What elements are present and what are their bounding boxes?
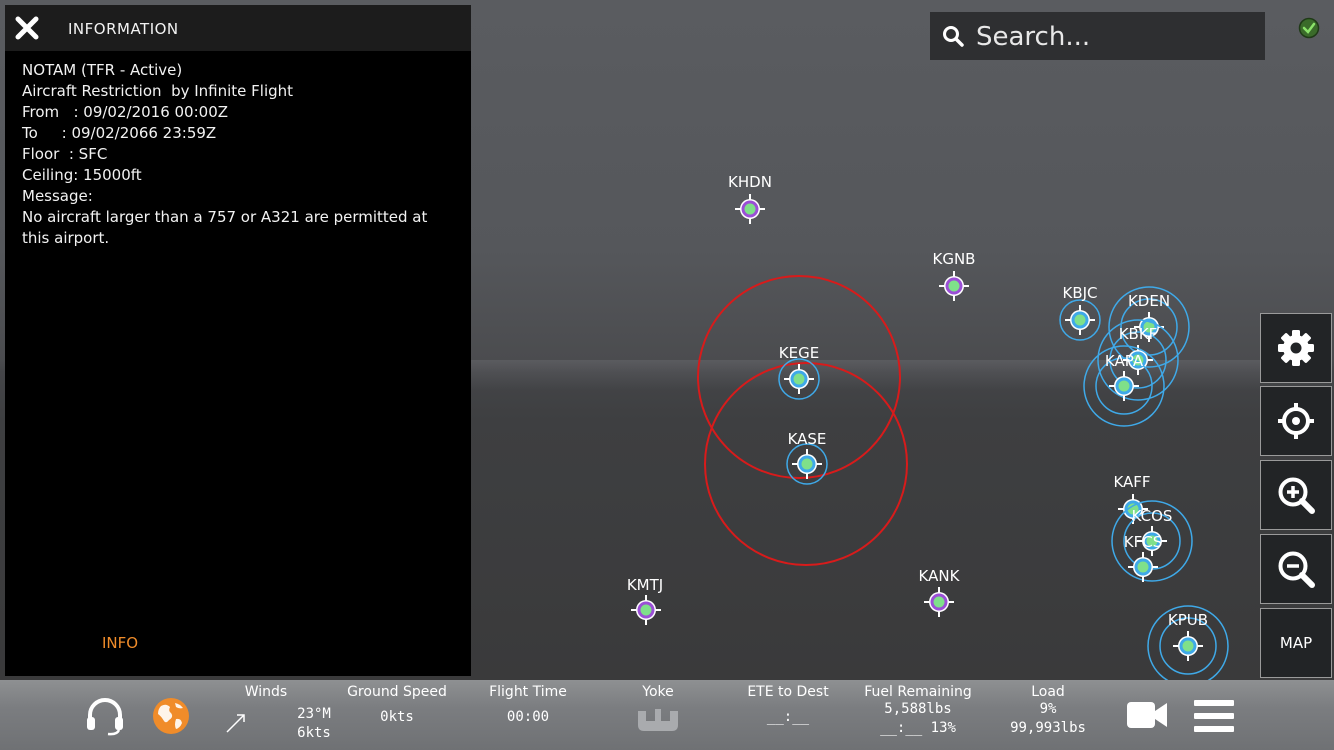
zoom-out-button[interactable]	[1260, 534, 1332, 604]
notam-line: NOTAM (TFR - Active)	[22, 61, 183, 79]
ground-speed-stat: Ground Speed 0kts	[342, 684, 452, 727]
airport-code-label: KMTJ	[627, 576, 663, 594]
airport-marker-kank[interactable]: KANK	[919, 567, 961, 617]
ground-speed-value: 0kts	[380, 709, 414, 725]
airport-dot	[1118, 380, 1130, 392]
yoke-label: Yoke	[642, 684, 674, 700]
airport-marker-kmtj[interactable]: KMTJ	[627, 576, 663, 625]
close-icon[interactable]	[13, 14, 41, 42]
information-panel: INFORMATION NOTAM (TFR - Active) Aircraf…	[5, 5, 471, 676]
winds-values: 23°M 6kts	[288, 705, 340, 743]
airport-dot	[801, 458, 813, 470]
airport-code-label: KPUB	[1168, 611, 1208, 629]
airport-dot	[1137, 561, 1149, 573]
airport-code-label: KCOS	[1132, 507, 1173, 525]
wind-arrow-icon	[226, 714, 245, 733]
airport-code-label: KGNB	[933, 250, 976, 268]
airport-code-label: KBKF	[1119, 325, 1158, 343]
ete-value: __:__	[766, 709, 810, 725]
ete-label: ETE to Dest	[747, 684, 829, 700]
airport-code-label: KDEN	[1128, 292, 1170, 310]
camera-icon[interactable]	[1126, 699, 1168, 731]
panel-title: INFORMATION	[68, 20, 179, 38]
airport-marker-kapa[interactable]: KAPA	[1083, 345, 1165, 427]
zoom-in-icon	[1278, 477, 1315, 514]
crosshair-icon	[1278, 403, 1314, 439]
ground-speed-label: Ground Speed	[347, 684, 447, 700]
airport-dot	[793, 373, 805, 385]
airport-dot	[744, 203, 756, 215]
airport-code-label: KBJC	[1062, 284, 1097, 302]
airport-dot	[1182, 640, 1194, 652]
airport-marker-kege[interactable]: KEGE	[778, 344, 820, 400]
zoom-out-icon	[1278, 551, 1315, 588]
menu-icon[interactable]	[1193, 698, 1235, 734]
notam-line: Floor : SFC	[22, 145, 108, 163]
winds-stat: Winds	[236, 684, 296, 700]
load-label: Load	[1031, 684, 1065, 700]
settings-button[interactable]	[1260, 313, 1332, 383]
fuel-stat: Fuel Remaining 5,588lbs __:__ 13%	[858, 684, 978, 738]
notam-line: Aircraft Restriction by Infinite Flight	[22, 82, 294, 100]
yoke-icon[interactable]	[634, 705, 682, 733]
zoom-in-button[interactable]	[1260, 460, 1332, 530]
panel-header: INFORMATION	[5, 5, 471, 51]
airport-dot	[948, 280, 960, 292]
info-tab[interactable]: INFO	[102, 634, 138, 652]
notam-message: No aircraft larger than a 757 or A321 ar…	[22, 208, 433, 247]
yoke-stat[interactable]: Yoke	[618, 684, 698, 700]
notam-details: NOTAM (TFR - Active) Aircraft Restrictio…	[22, 60, 452, 249]
notam-line: Ceiling: 15000ft	[22, 166, 142, 184]
tfr-layer	[697, 275, 908, 566]
center-location-button[interactable]	[1260, 386, 1332, 456]
airport-marker-kbjc[interactable]: KBJC	[1059, 284, 1101, 341]
gear-icon	[1278, 330, 1314, 366]
airport-code-label: KHDN	[728, 173, 772, 191]
search-box[interactable]	[930, 12, 1265, 60]
fuel-weight: 5,588lbs	[884, 701, 952, 717]
fuel-time-percent: __:__ 13%	[880, 720, 956, 736]
airport-code-label: KEGE	[779, 344, 819, 362]
load-stat: Load 9% 99,993lbs	[1000, 684, 1096, 738]
ete-stat: ETE to Dest __:__	[738, 684, 838, 727]
airport-marker-kpub[interactable]: KPUB	[1147, 605, 1229, 680]
winds-direction: 23°M	[297, 706, 331, 722]
winds-label: Winds	[244, 684, 288, 700]
notam-line: From : 09/02/2016 00:00Z	[22, 103, 229, 121]
airport-code-label: KFCS	[1124, 533, 1162, 551]
airport-dot	[1074, 314, 1086, 326]
flight-time-stat: Flight Time 00:00	[478, 684, 578, 727]
load-percent: 9%	[1039, 701, 1057, 717]
winds-speed: 6kts	[297, 725, 331, 741]
airport-code-label: KAFF	[1113, 473, 1150, 491]
headset-icon[interactable]	[84, 694, 126, 736]
notam-line: To : 09/02/2066 23:59Z	[22, 124, 217, 142]
search-icon	[943, 26, 964, 47]
airport-code-label: KASE	[788, 430, 827, 448]
flight-time-label: Flight Time	[489, 684, 567, 700]
map-button-label: MAP	[1279, 634, 1313, 652]
airport-code-label: KANK	[919, 567, 961, 585]
map-toggle-button[interactable]: MAP	[1260, 608, 1332, 678]
airport-dot	[640, 604, 652, 616]
airport-dot	[933, 596, 945, 608]
airport-code-label: KAPA	[1105, 352, 1144, 370]
notam-line: Message:	[22, 187, 93, 205]
flight-time-value: 00:00	[506, 709, 550, 725]
search-input[interactable]	[974, 18, 1258, 56]
globe-icon[interactable]	[152, 697, 190, 735]
airport-marker-khdn[interactable]: KHDN	[728, 173, 772, 224]
online-check-icon	[1298, 17, 1320, 39]
airport-marker-kgnb[interactable]: KGNB	[933, 250, 976, 301]
airport-layer: KHDN KGNB KEGE KASE KBJC KDEN KBKF KAPA KAFF KCOS…	[627, 173, 1229, 680]
fuel-label: Fuel Remaining	[864, 684, 972, 700]
load-weight: 99,993lbs	[1010, 720, 1086, 736]
